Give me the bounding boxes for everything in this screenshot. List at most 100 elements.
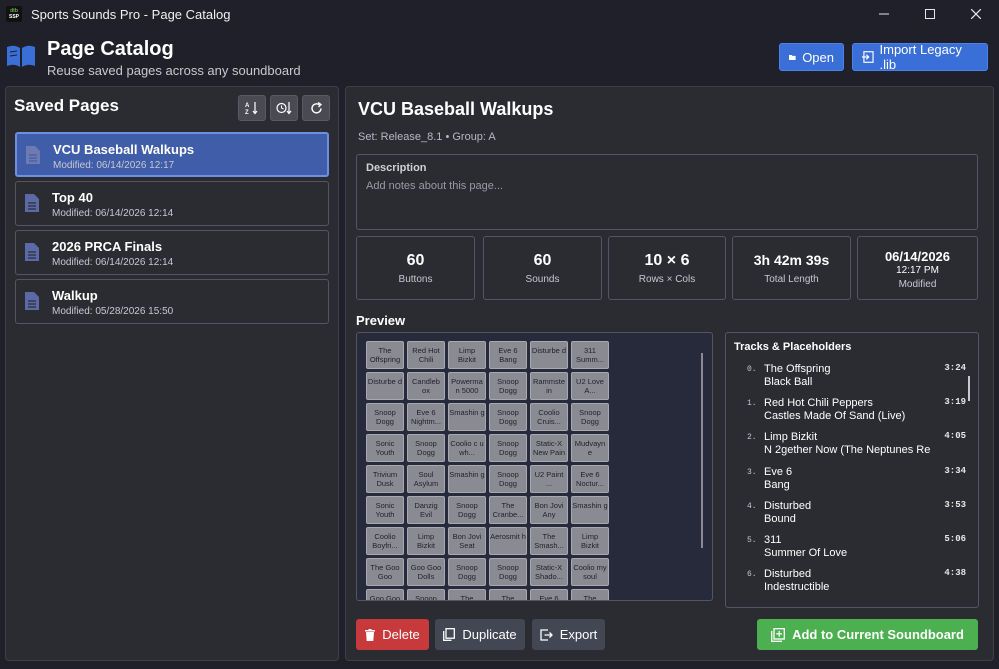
stat-value-time: 12:17 PM xyxy=(896,265,939,276)
svg-text:A: A xyxy=(245,103,250,109)
saved-pages-panel: Saved Pages AZ VCU Baseball Walkups Modi… xyxy=(5,86,339,661)
saved-page-item[interactable]: 2026 PRCA Finals Modified: 06/14/2026 12… xyxy=(15,230,329,275)
preview-cell: Disturbe d xyxy=(530,341,568,369)
track-artist: Disturbed xyxy=(764,568,812,581)
stat-value: 60 xyxy=(533,252,552,269)
export-button[interactable]: Export xyxy=(532,619,605,650)
document-icon xyxy=(25,194,39,212)
tracks-panel[interactable]: Tracks & Placeholders 0. The Offspring Bla… xyxy=(725,332,979,608)
preview-cell: Red Hot Chili xyxy=(407,341,445,369)
preview-cell: Bon Jovi Seat xyxy=(448,527,486,555)
preview-cell: Snoop Dogg xyxy=(407,434,445,462)
track-number: 1. xyxy=(747,399,757,409)
delete-button[interactable]: Delete xyxy=(356,619,429,650)
preview-cell: Goo Goo xyxy=(366,589,404,600)
saved-page-item[interactable]: VCU Baseball Walkups Modified: 06/14/202… xyxy=(15,132,329,177)
preview-cell: Goo Goo Dolls xyxy=(407,558,445,586)
duplicate-button[interactable]: Duplicate xyxy=(435,619,525,650)
page-title: Page Catalog xyxy=(47,38,174,60)
saved-page-item[interactable]: Top 40 Modified: 06/14/2026 12:14 xyxy=(15,181,329,226)
stat-value: 60 xyxy=(406,252,425,269)
preview-cell: Static-X New Pain xyxy=(530,434,568,462)
preview-cell: Rammste in xyxy=(530,372,568,400)
preview-cell: Sonic Youth xyxy=(366,434,404,462)
preview-scrollbar[interactable] xyxy=(701,353,703,548)
preview-cell: The Cranbe... xyxy=(489,496,527,524)
preview-cell: Limp Bizkit xyxy=(571,527,609,555)
preview-cell: Static-X Shado... xyxy=(530,558,568,586)
preview-cell: The Smash... xyxy=(530,527,568,555)
track-number: 6. xyxy=(747,570,757,580)
stat-sounds: 60 Sounds xyxy=(483,236,602,300)
saved-page-modified: Modified: 06/14/2026 12:14 xyxy=(52,257,174,268)
stat-value: 06/14/2026 xyxy=(884,249,951,264)
add-to-soundboard-button[interactable]: Add to Current Soundboard xyxy=(757,619,978,650)
stat-buttons: 60 Buttons xyxy=(356,236,475,300)
import-icon xyxy=(862,51,874,63)
track-duration: 4:38 xyxy=(944,568,966,579)
maximize-button[interactable] xyxy=(907,0,953,28)
import-legacy-button[interactable]: Import Legacy .lib xyxy=(852,42,988,72)
open-button[interactable]: Open xyxy=(779,43,844,71)
description-field[interactable]: Description Add notes about this page... xyxy=(356,154,978,230)
preview-cell: Coolio c u wh... xyxy=(448,434,486,462)
window-title: Sports Sounds Pro - Page Catalog xyxy=(31,6,231,22)
preview-cell: The xyxy=(571,589,609,600)
add-to-soundboard-label: Add to Current Soundboard xyxy=(792,627,964,642)
stat-label: Sounds xyxy=(525,274,560,285)
preview-cell: Snoop Dogg xyxy=(489,465,527,493)
saved-page-item[interactable]: Walkup Modified: 05/28/2026 15:50 xyxy=(15,279,329,324)
track-row[interactable]: 4. Disturbed Bound 3:53 xyxy=(736,500,966,532)
preview-cell: Snoop Dogg xyxy=(448,496,486,524)
stat-modified: 06/14/2026 12:17 PM Modified xyxy=(857,236,978,300)
minimize-button[interactable] xyxy=(861,0,907,28)
track-title: Castles Made Of Sand (Live) xyxy=(764,410,906,423)
track-number: 4. xyxy=(747,501,757,511)
preview-grid-panel[interactable]: The Offspring Red Hot Chili Limp Bizkit Eve… xyxy=(356,332,713,601)
stat-label: Modified xyxy=(898,279,937,290)
close-button[interactable] xyxy=(953,0,999,28)
preview-cell: Powerma n 5000 xyxy=(448,372,486,400)
preview-cell: 311 Summ... xyxy=(571,341,609,369)
stat-label: Buttons xyxy=(398,274,433,285)
track-row[interactable]: 5. 311 Summer Of Love 5:06 xyxy=(736,534,966,566)
preview-cell: Disturbe d xyxy=(366,372,404,400)
preview-cell: Bon Jovi Any xyxy=(530,496,568,524)
saved-page-modified: Modified: 06/14/2026 12:17 xyxy=(53,160,175,171)
preview-cell: Snoop Dogg xyxy=(489,434,527,462)
track-title: Black Ball xyxy=(764,376,813,388)
sort-az-button[interactable]: AZ xyxy=(238,95,266,121)
track-title: Summer Of Love xyxy=(764,547,848,559)
track-artist: 311 xyxy=(764,534,782,546)
track-row[interactable]: 1. Red Hot Chili Peppers Castles Made Of S… xyxy=(736,397,966,429)
app-logo-bottom: SSP xyxy=(8,14,19,20)
document-icon xyxy=(26,146,40,164)
preview-cell: The xyxy=(448,589,486,600)
sort-date-button[interactable] xyxy=(270,95,298,121)
preview-grid: The Offspring Red Hot Chili Limp Bizkit Eve… xyxy=(366,341,609,600)
preview-cell: Mudvayn e xyxy=(571,434,609,462)
preview-cell: Snoop Dogg xyxy=(448,558,486,586)
track-row[interactable]: 6. Disturbed Indestructible 4:38 xyxy=(736,568,966,600)
track-row[interactable]: 2. Limp Bizkit N 2gether Now (The Neptunes… xyxy=(736,431,966,463)
document-icon xyxy=(25,292,39,310)
preview-cell: Smashin g xyxy=(448,465,486,493)
track-number: 2. xyxy=(747,433,757,443)
track-title: N 2gether Now (The Neptunes Re xyxy=(764,444,931,457)
description-placeholder[interactable]: Add notes about this page... xyxy=(366,180,503,192)
track-row[interactable]: 0. The Offspring Black Ball 3:24 xyxy=(736,363,966,395)
saved-page-name: VCU Baseball Walkups xyxy=(53,142,195,157)
folder-open-icon xyxy=(789,54,796,60)
track-artist: Limp Bizkit xyxy=(764,431,818,444)
open-button-label: Open xyxy=(802,49,834,65)
page-subtitle: Reuse saved pages across any soundboard xyxy=(47,63,301,78)
track-row[interactable]: 3. Eve 6 Bang 3:34 xyxy=(736,466,966,498)
page-detail-panel: VCU Baseball Walkups Set: Release_8.1 • … xyxy=(345,86,994,661)
preview-cell: Sonic Youth xyxy=(366,496,404,524)
preview-cell: Limp Bizkit xyxy=(407,527,445,555)
title-bar: dtb SSP Sports Sounds Pro - Page Catalog xyxy=(0,0,999,28)
track-number: 5. xyxy=(747,536,757,545)
preview-cell: Soul Asylum xyxy=(407,465,445,493)
refresh-button[interactable] xyxy=(302,95,330,121)
track-title: Bound xyxy=(764,512,796,525)
